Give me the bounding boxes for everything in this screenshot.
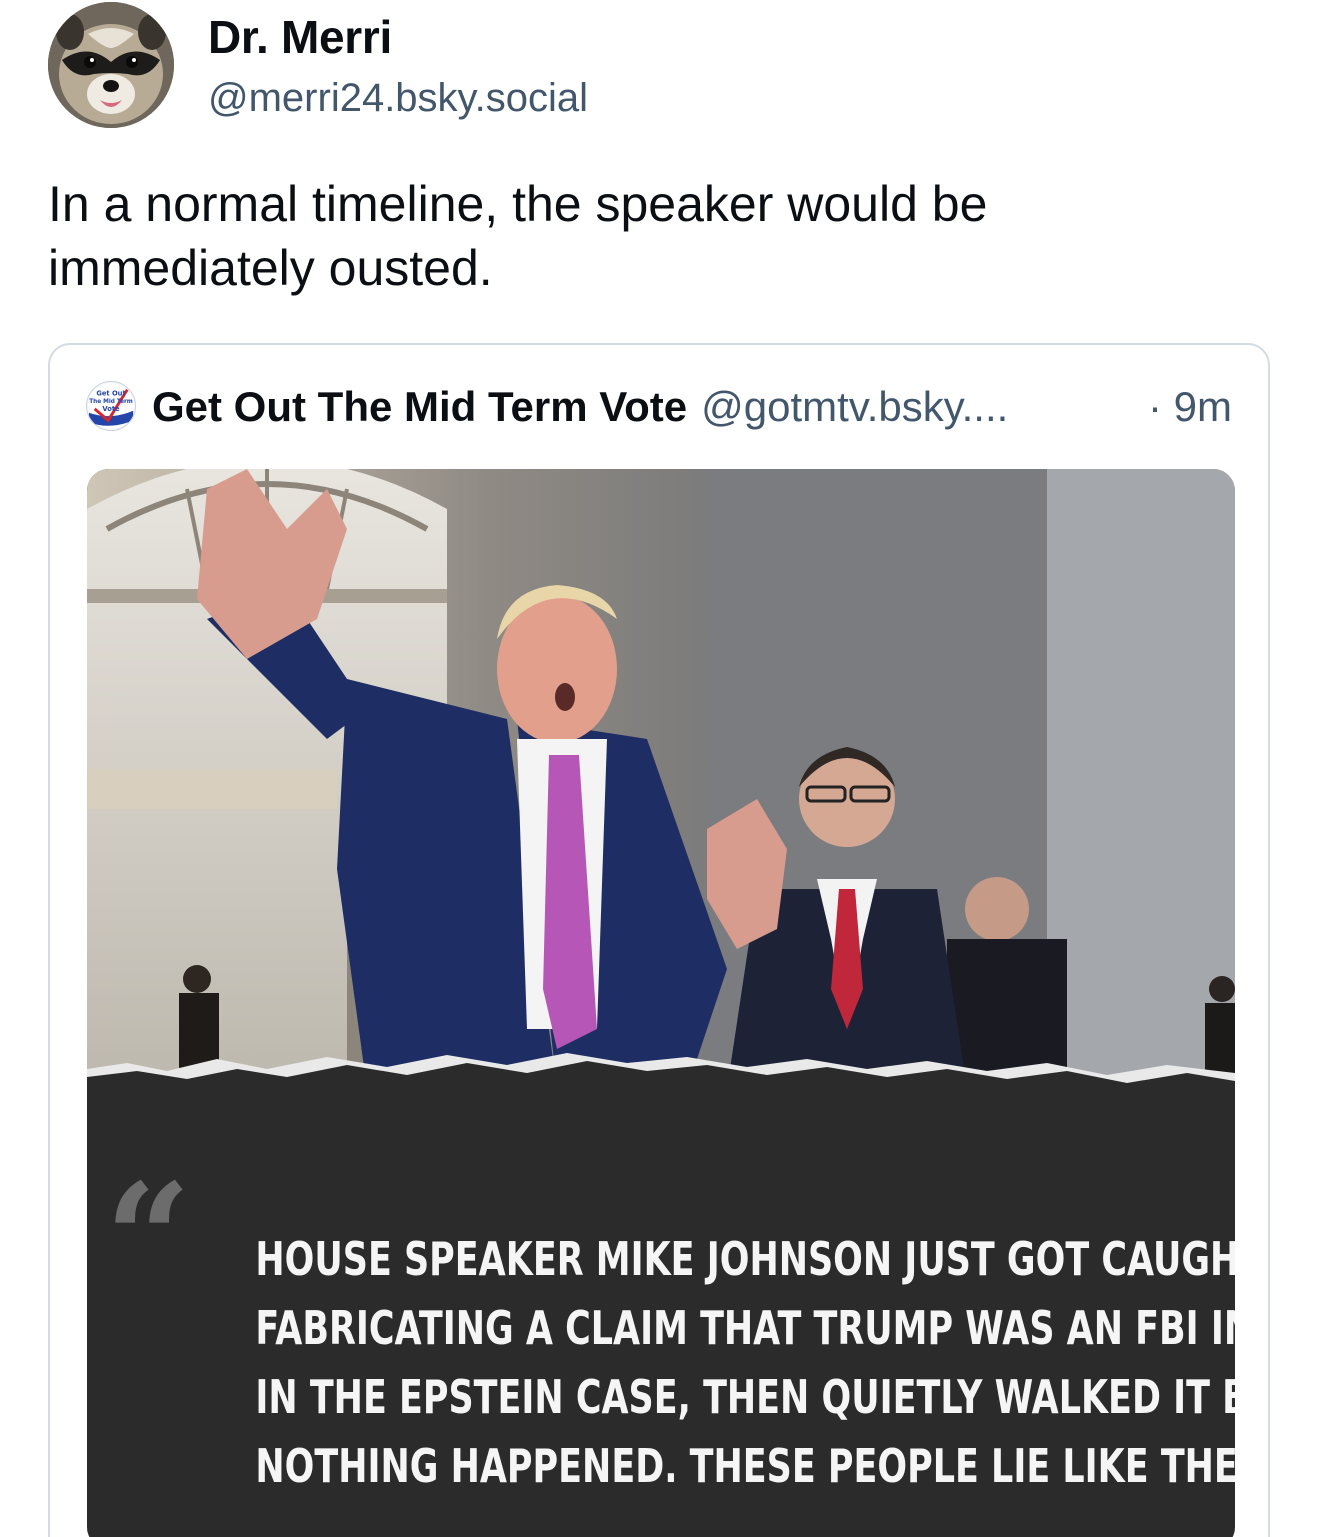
quoted-post-image[interactable]: “ HOUSE SPEAKER MIKE JOHNSON JUST GOT CA… — [87, 469, 1235, 1537]
image-headline: HOUSE SPEAKER MIKE JOHNSON JUST GOT CAUG… — [255, 1225, 1235, 1501]
author-handle[interactable]: @merri24.bsky.social — [208, 76, 588, 121]
quoted-post-time[interactable]: · 9m — [1148, 381, 1232, 433]
headline-line: HOUSE SPEAKER MIKE JOHNSON JUST GOT CAUG… — [255, 1232, 1235, 1286]
post-text-line: immediately ousted. — [48, 240, 493, 296]
author-name[interactable]: Dr. Merri — [208, 10, 392, 64]
press-photo — [87, 469, 1235, 1089]
quoted-author-name[interactable]: Get Out The Mid Term Vote — [152, 383, 687, 431]
vote-logo-line: Get Out — [96, 389, 126, 397]
vote-logo-line: Vote — [102, 405, 120, 413]
vote-logo-icon: Get Out The Mid Term Vote — [87, 382, 135, 430]
post: Dr. Merri @merri24.bsky.social In a norm… — [0, 0, 1320, 1537]
quoted-post-header: Get Out The Mid Term Vote @gotmtv.bsky..… — [152, 381, 1008, 433]
quoted-author-avatar[interactable]: Get Out The Mid Term Vote — [86, 381, 136, 431]
quoted-post-card[interactable]: Get Out The Mid Term Vote Get Out The Mi… — [48, 343, 1270, 1537]
raccoon-icon — [48, 2, 174, 128]
headline-line: FABRICATING A CLAIM THAT TRUMP WAS AN FB… — [255, 1301, 1235, 1355]
quoted-author-handle[interactable]: @gotmtv.bsky.... — [701, 383, 1008, 431]
post-text: In a normal timeline, the speaker would … — [48, 172, 1248, 300]
author-avatar[interactable] — [48, 2, 174, 128]
headline-line: NOTHING HAPPENED. THESE PEOPLE LIE LIKE … — [255, 1439, 1235, 1493]
post-text-line: In a normal timeline, the speaker would … — [48, 176, 988, 232]
headline-line: IN THE EPSTEIN CASE, THEN QUIETLY WALKED… — [255, 1370, 1235, 1424]
quote-mark: “ — [105, 1151, 192, 1327]
